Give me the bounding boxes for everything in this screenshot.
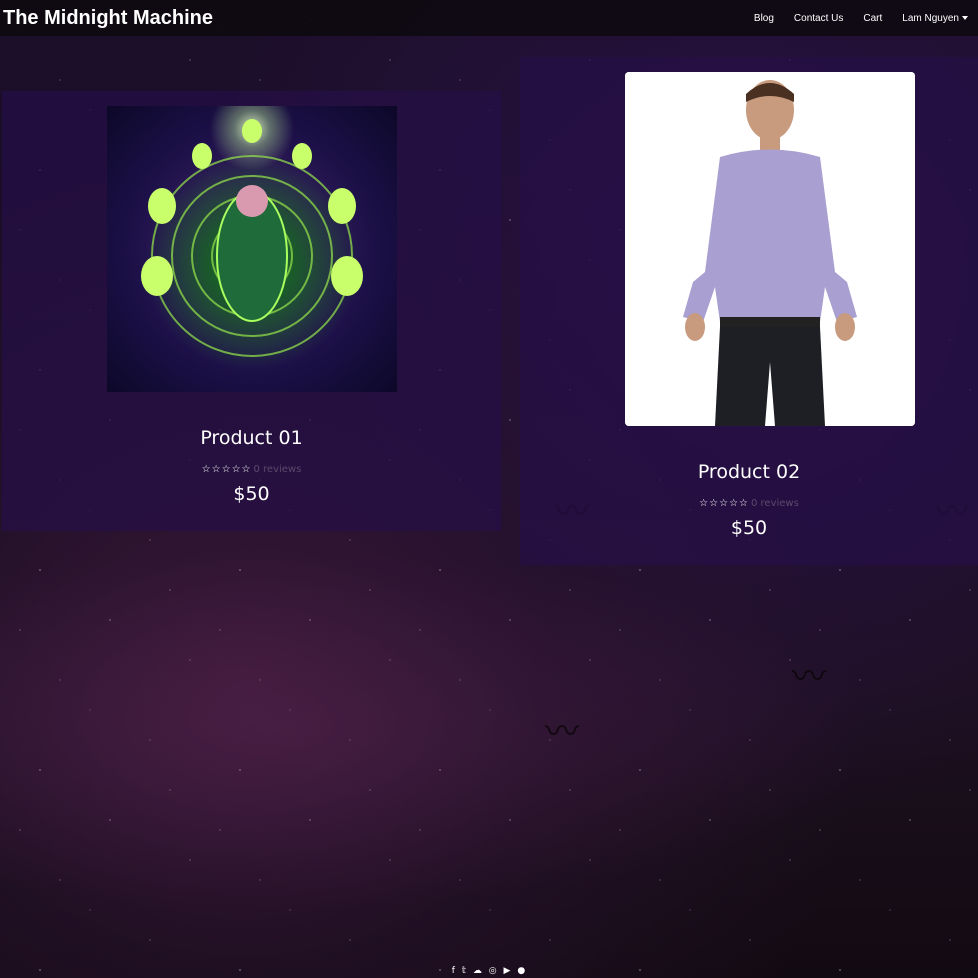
- nav-links: Blog Contact Us Cart Lam Nguyen: [754, 13, 968, 24]
- youtube-icon[interactable]: ▶: [504, 966, 512, 976]
- product-image[interactable]: [625, 72, 915, 426]
- facebook-icon[interactable]: f: [452, 966, 456, 976]
- user-menu-dropdown[interactable]: Lam Nguyen: [902, 13, 968, 24]
- soundcloud-icon[interactable]: ☁: [473, 966, 483, 976]
- man-in-shirt-image: [625, 72, 915, 426]
- user-name: Lam Nguyen: [902, 12, 959, 24]
- reviews-count: 0 reviews: [253, 464, 302, 475]
- product-image[interactable]: [107, 106, 397, 392]
- spotify-icon[interactable]: ●: [517, 966, 526, 976]
- bird-silhouette: 〰: [545, 712, 579, 752]
- rating-stars-icon: ☆☆☆☆☆: [201, 464, 252, 475]
- navbar: The Midnight Machine Blog Contact Us Car…: [0, 0, 978, 36]
- rating-stars-icon: ☆☆☆☆☆: [699, 498, 749, 509]
- brand-logo[interactable]: The Midnight Machine: [3, 7, 213, 30]
- nebula-background: [0, 520, 978, 940]
- psychedelic-art-image: [107, 106, 397, 392]
- twitter-icon[interactable]: 𝕥: [462, 966, 467, 976]
- caret-down-icon: [962, 15, 968, 20]
- nav-contact-link[interactable]: Contact Us: [794, 13, 843, 24]
- product-card[interactable]: Product 01 ☆☆☆☆☆ 0 reviews $50: [2, 91, 501, 531]
- product-rating: ☆☆☆☆☆ 0 reviews: [2, 464, 501, 475]
- nav-cart-link[interactable]: Cart: [863, 13, 882, 24]
- social-icons: f 𝕥 ☁ ◎ ▶ ●: [0, 966, 978, 976]
- reviews-count: 0 reviews: [751, 498, 799, 509]
- product-title[interactable]: Product 02: [520, 461, 978, 483]
- instagram-icon[interactable]: ◎: [489, 966, 498, 976]
- bird-silhouette: 〰: [792, 657, 826, 697]
- product-price: $50: [233, 483, 270, 505]
- product-price: $50: [730, 517, 768, 539]
- nav-blog-link[interactable]: Blog: [754, 13, 774, 24]
- product-title[interactable]: Product 01: [2, 427, 501, 449]
- product-rating: ☆☆☆☆☆ 0 reviews: [520, 498, 978, 509]
- product-card[interactable]: Product 02 ☆☆☆☆☆ 0 reviews $50: [520, 57, 978, 565]
